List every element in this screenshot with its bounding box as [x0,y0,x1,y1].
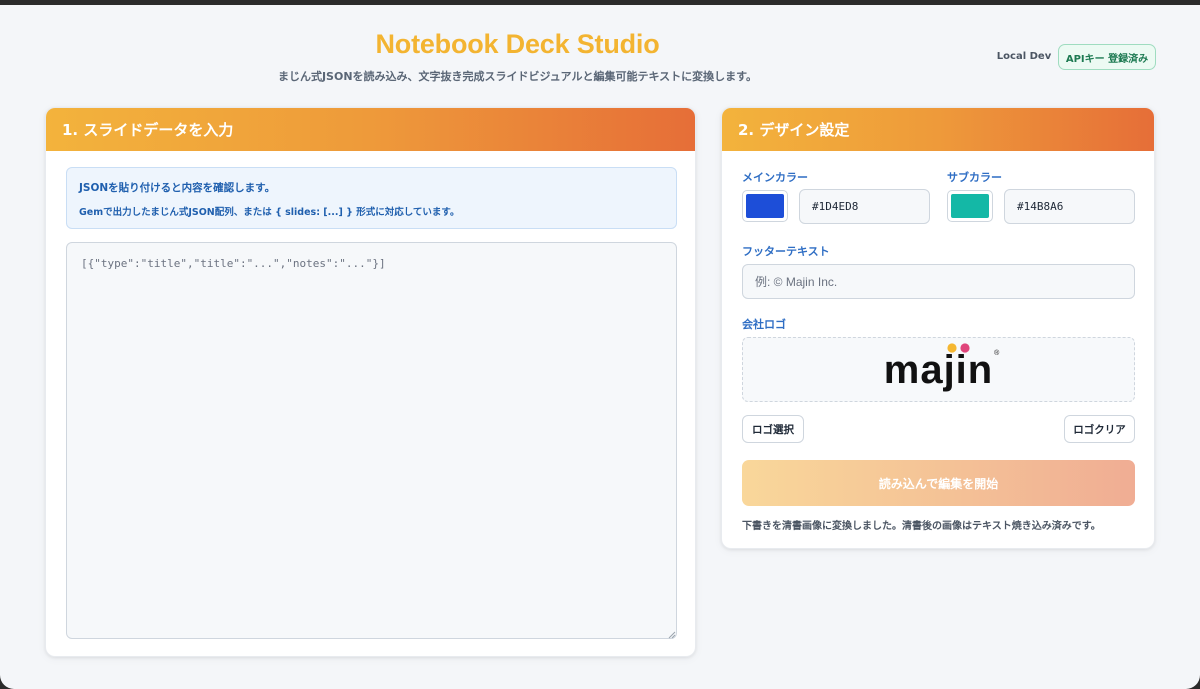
design-settings-card-title: 2. デザイン設定 [722,108,1154,151]
environment-label: Local Dev [996,51,1052,62]
footer-text-label: フッターテキスト [742,245,830,258]
info-message-primary: JSONを貼り付けると内容を確認します。 [79,182,276,194]
app-window: Notebook Deck Studio まじん式JSONを読み込み、文字抜き完… [0,5,1200,689]
company-logo-image: majin ® [883,342,999,392]
design-settings-card: 2. デザイン設定 メインカラー サブカラー フッターテキスト 会社ロゴ maj… [721,107,1155,549]
logo-drop-area[interactable]: majin ® [742,337,1135,402]
start-editing-button[interactable]: 読み込んで編集を開始 [742,460,1135,506]
clear-logo-button[interactable]: ロゴクリア [1064,415,1135,443]
company-logo-label: 会社ロゴ [742,318,786,331]
textarea-resize-handle-icon[interactable] [668,631,676,639]
sub-color-picker[interactable] [947,190,993,222]
select-logo-button[interactable]: ロゴ選択 [742,415,804,443]
sub-color-hex-input[interactable] [1004,189,1135,224]
main-color-label: メインカラー [742,171,808,184]
api-key-status-badge[interactable]: APIキー 登録済み [1058,44,1156,70]
sub-color-label: サブカラー [947,171,1002,184]
app-title: Notebook Deck Studio [375,29,660,59]
info-message-secondary: Gemで出力したまじん式JSON配列、または { slides: [...] }… [79,207,460,218]
app-subtitle: まじん式JSONを読み込み、文字抜き完成スライドビジュアルと編集可能テキストに変… [277,70,758,83]
sub-color-swatch [951,194,989,218]
company-logo-wordmark: majin [883,347,994,392]
main-color-hex-input[interactable] [799,189,930,224]
status-message: 下書きを清書画像に変換しました。清書後の画像はテキスト焼き込み済みです。 [742,521,1101,532]
registered-mark-icon: ® [994,349,1001,357]
app-header: Notebook Deck Studio まじん式JSONを読み込み、文字抜き完… [0,5,1200,100]
main-color-swatch [746,194,784,218]
main-color-picker[interactable] [742,190,788,222]
slide-input-card: 1. スライドデータを入力 JSONを貼り付けると内容を確認します。 Gemで出… [45,107,696,657]
logo-dots-icon [947,342,970,353]
slide-input-card-title: 1. スライドデータを入力 [46,108,695,151]
json-info-box: JSONを貼り付けると内容を確認します。 Gemで出力したまじん式JSON配列、… [66,167,677,229]
footer-text-input[interactable] [742,264,1135,299]
json-input-textarea[interactable] [66,242,677,639]
